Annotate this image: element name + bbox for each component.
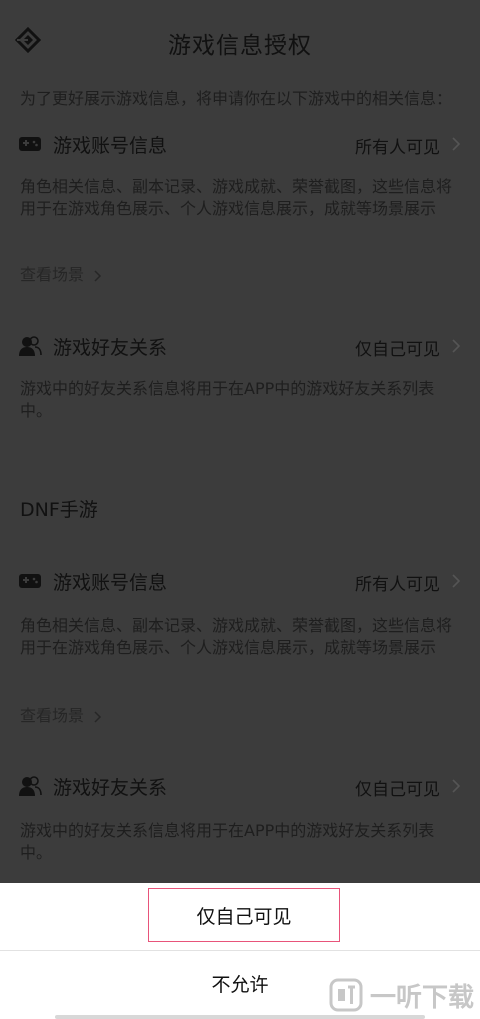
row-account-info[interactable]: 游戏账号信息 所有人可见	[18, 565, 462, 597]
friend-icon	[19, 336, 42, 356]
watermark-logo-icon	[329, 978, 363, 1012]
row-friend-relation[interactable]: 游戏好友关系 仅自己可见	[18, 330, 462, 362]
view-scene-link[interactable]: 查看场景	[20, 702, 103, 726]
row-friend-relation[interactable]: 游戏好友关系 仅自己可见	[18, 770, 462, 802]
row-label: 游戏好友关系	[53, 337, 168, 359]
chevron-right-icon	[94, 269, 102, 282]
row-account-info[interactable]: 游戏账号信息 所有人可见	[18, 128, 462, 160]
row-description: 游戏中的好友关系信息将用于在APP中的游戏好友关系列表中。	[20, 821, 435, 862]
intro-text: 为了更好展示游戏信息，将申请你在以下游戏中的相关信息：	[20, 89, 453, 108]
row-description: 角色相关信息、副本记录、游戏成就、荣誉截图，这些信息将用于在游戏角色展示、个人游…	[20, 616, 453, 657]
top-bar: 游戏信息授权	[0, 0, 480, 80]
game-heading: DNF手游	[20, 499, 98, 521]
chevron-right-icon	[452, 574, 461, 588]
permission-list[interactable]: 为了更好展示游戏信息，将申请你在以下游戏中的相关信息： 游戏账号信息 所有人可见…	[0, 80, 480, 883]
page-title: 游戏信息授权	[168, 33, 312, 59]
view-scene-link[interactable]: 查看场景	[20, 261, 103, 285]
view-scene-label: 查看场景	[20, 706, 85, 725]
watermark-text: 一听下载	[369, 982, 474, 1013]
option-only-me[interactable]: 仅自己可见	[148, 888, 340, 942]
visibility-value: 所有人可见	[355, 575, 440, 595]
row-label: 游戏账号信息	[53, 135, 168, 157]
chevron-right-icon	[452, 779, 461, 793]
home-indicator	[55, 1015, 425, 1019]
view-scene-label: 查看场景	[20, 265, 85, 284]
visibility-value: 所有人可见	[355, 138, 440, 158]
row-label: 游戏账号信息	[53, 572, 168, 594]
gamepad-icon	[19, 137, 41, 151]
chevron-right-icon	[94, 710, 102, 723]
chevron-right-icon	[452, 137, 461, 151]
row-label: 游戏好友关系	[53, 777, 168, 799]
visibility-value: 仅自己可见	[355, 340, 440, 360]
friend-icon	[19, 776, 42, 796]
visibility-value: 仅自己可见	[355, 780, 440, 800]
gamepad-icon	[19, 574, 41, 588]
row-description: 游戏中的好友关系信息将用于在APP中的游戏好友关系列表中。	[20, 379, 435, 420]
page: 游戏信息授权 为了更好展示游戏信息，将申请你在以下游戏中的相关信息： 游戏账号信…	[0, 0, 480, 1019]
row-description: 角色相关信息、副本记录、游戏成就、荣誉截图，这些信息将用于在游戏角色展示、个人游…	[20, 177, 453, 218]
watermark: 一听下载	[328, 975, 474, 1015]
chevron-right-icon	[452, 339, 461, 353]
